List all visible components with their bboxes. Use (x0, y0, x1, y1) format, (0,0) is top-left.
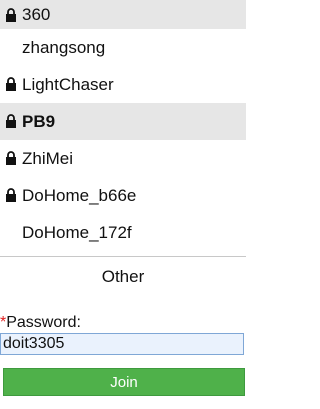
network-name: 360 (22, 5, 51, 24)
other-network-button[interactable]: Other (0, 256, 246, 298)
join-button[interactable]: Join (3, 368, 245, 396)
network-list: 360 zhangsong LightChaser PB9 ZhiMei DoH… (0, 0, 246, 251)
network-item-zhangsong[interactable]: zhangsong (0, 29, 246, 66)
lock-icon (6, 114, 16, 128)
network-item-pb9[interactable]: PB9 (0, 103, 246, 140)
network-item-360[interactable]: 360 (0, 0, 246, 29)
network-item-dohome-172f[interactable]: DoHome_172f (0, 214, 246, 251)
password-label: *Password: (0, 313, 81, 333)
network-name: ZhiMei (22, 149, 74, 168)
network-name: DoHome_172f (22, 223, 132, 242)
network-item-dohome-b66e[interactable]: DoHome_b66e (0, 177, 246, 214)
network-item-zhimei[interactable]: ZhiMei (0, 140, 246, 177)
password-label-text: Password: (6, 314, 81, 331)
lock-icon (6, 188, 16, 202)
network-name: DoHome_b66e (22, 186, 137, 205)
network-name: zhangsong (22, 38, 106, 57)
network-name: PB9 (22, 112, 56, 131)
lock-icon (6, 151, 16, 165)
lock-icon (6, 77, 16, 91)
password-input[interactable] (0, 333, 244, 355)
lock-icon (6, 8, 16, 22)
network-item-lightchaser[interactable]: LightChaser (0, 66, 246, 103)
network-name: LightChaser (22, 75, 114, 94)
